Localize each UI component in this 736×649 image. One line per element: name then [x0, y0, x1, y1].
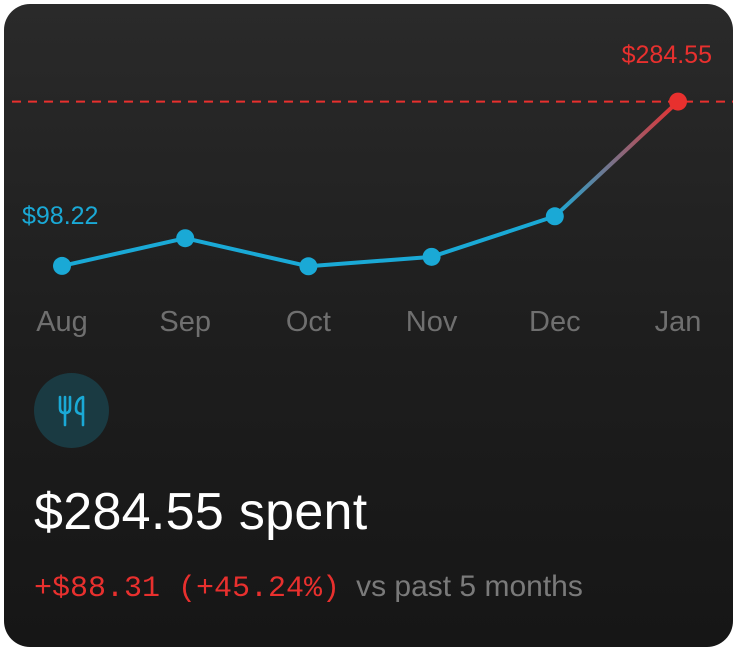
line-segment-dec-jan — [552, 99, 680, 219]
change-amount: +$88.31 (+45.24%) — [34, 572, 341, 606]
total-spent: $284.55 spent — [34, 483, 368, 541]
x-tick-label-dec: Dec — [529, 306, 581, 338]
change-row: +$88.31 (+45.24%) vs past 5 months — [34, 570, 583, 606]
data-point-sep — [176, 229, 195, 248]
x-tick-label-sep: Sep — [159, 306, 211, 338]
x-tick-label-jan: Jan — [655, 306, 702, 338]
line-segment-aug-sep — [60, 236, 188, 268]
x-tick-label-nov: Nov — [406, 306, 458, 338]
data-point-oct — [299, 257, 318, 276]
category-icon-badge — [34, 373, 109, 448]
value-label-aug: $98.22 — [22, 202, 98, 230]
value-label-jan: $284.55 — [622, 41, 712, 69]
spending-line-chart: $98.22 $284.55 Aug Sep Oct Nov Dec Jan — [12, 41, 733, 338]
data-point-jan — [669, 92, 687, 111]
line-segment-sep-oct — [183, 236, 311, 269]
data-point-aug — [53, 256, 71, 275]
spending-card: $98.22 $284.55 Aug Sep Oct Nov Dec Jan $284.55… — [4, 4, 733, 647]
x-tick-label-oct: Oct — [286, 306, 331, 338]
fork-knife-icon — [58, 395, 84, 426]
comparison-text: vs past 5 months — [356, 570, 583, 603]
data-point-nov — [422, 247, 441, 266]
x-tick-label-aug: Aug — [36, 306, 88, 338]
line-segment-nov-dec — [429, 214, 557, 259]
line-segment-oct-nov — [306, 254, 434, 269]
data-point-dec — [545, 207, 564, 226]
